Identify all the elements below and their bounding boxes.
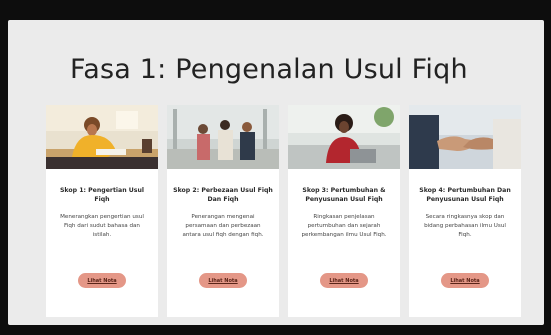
page-title: Fasa 1: Pengenalan Usul Fiqh bbox=[70, 54, 468, 85]
lihat-nota-button[interactable]: Lihat Nota bbox=[78, 273, 126, 288]
card-list: Skop 1: Pengertian Usul Fiqh Menerangkan… bbox=[46, 105, 521, 317]
lihat-nota-button[interactable]: Lihat Nota bbox=[441, 273, 489, 288]
card-skop-2: Skop 2: Perbezaan Usul Fiqh Dan Fiqh Pen… bbox=[167, 105, 279, 317]
card-description: Penerangan mengenai persamaan dan perbez… bbox=[182, 214, 264, 239]
woman-laptop-photo bbox=[288, 105, 400, 169]
card-title: Skop 4: Pertumbuhan Dan Penyusunan Usul … bbox=[419, 187, 511, 203]
students-walking-photo bbox=[167, 105, 279, 169]
card-title: Skop 1: Pengertian Usul Fiqh bbox=[59, 187, 145, 203]
card-skop-1: Skop 1: Pengertian Usul Fiqh Menerangkan… bbox=[46, 105, 158, 317]
page-screen: Fasa 1: Pengenalan Usul Fiqh Skop 1: Pen… bbox=[8, 20, 544, 325]
lihat-nota-button[interactable]: Lihat Nota bbox=[199, 273, 247, 288]
card-title: Skop 3: Pertumbuhan & Penyusunan Usul Fi… bbox=[302, 187, 386, 203]
student-writing-photo bbox=[46, 105, 158, 169]
card-description: Ringkasan penjelasan pertumbuhan dan sej… bbox=[301, 214, 387, 239]
card-description: Menerangkan pengertian usul Fiqh dari su… bbox=[60, 214, 144, 239]
card-description: Secara ringkasnya skop dan bidang perbah… bbox=[424, 214, 506, 239]
card-skop-3: Skop 3: Pertumbuhan & Penyusunan Usul Fi… bbox=[288, 105, 400, 317]
lihat-nota-button[interactable]: Lihat Nota bbox=[320, 273, 368, 288]
handshake-photo bbox=[409, 105, 521, 169]
card-title: Skop 2: Perbezaan Usul Fiqh Dan Fiqh bbox=[173, 187, 273, 203]
card-skop-4: Skop 4: Pertumbuhan Dan Penyusunan Usul … bbox=[409, 105, 521, 317]
